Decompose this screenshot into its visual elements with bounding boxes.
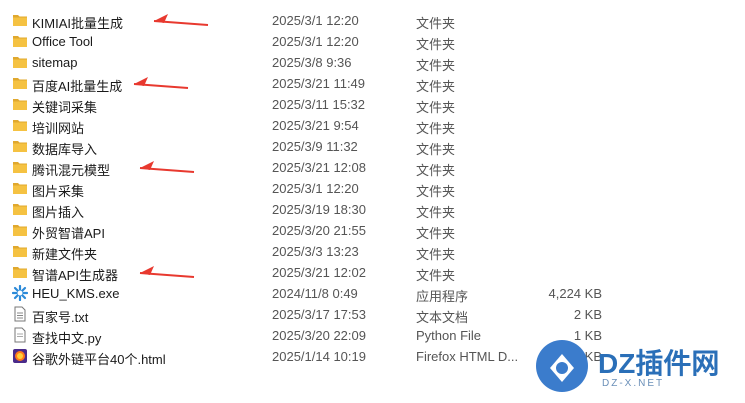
html-icon bbox=[12, 348, 28, 364]
file-date-modified: 2025/3/1 12:20 bbox=[272, 34, 359, 49]
red-arrow-annotation bbox=[132, 75, 192, 96]
file-name: 谷歌外链平台40个.html bbox=[32, 352, 166, 367]
file-date-modified: 2025/3/1 12:20 bbox=[272, 181, 359, 196]
file-date-modified: 2025/3/21 12:08 bbox=[272, 160, 366, 175]
file-name: 百家号.txt bbox=[32, 310, 89, 325]
red-arrow-annotation bbox=[152, 12, 212, 33]
folder-icon bbox=[12, 159, 28, 175]
watermark-text: DZ插件网 bbox=[598, 348, 720, 379]
watermark-subtext: DZ-X.NET bbox=[602, 378, 665, 389]
file-name: 图片采集 bbox=[32, 184, 85, 199]
file-date-modified: 2025/3/19 18:30 bbox=[272, 202, 366, 217]
file-type: 文件夹 bbox=[416, 37, 456, 52]
folder-icon bbox=[12, 54, 28, 70]
folder-row[interactable]: 关键词采集 2025/3/11 15:32 文件夹 bbox=[0, 94, 745, 115]
file-type: Firefox HTML D... bbox=[416, 349, 519, 364]
file-type: 文件夹 bbox=[416, 247, 456, 262]
file-type: 文件夹 bbox=[416, 79, 456, 94]
file-name: 数据库导入 bbox=[32, 142, 98, 157]
file-type: 文本文档 bbox=[416, 310, 469, 325]
folder-icon bbox=[12, 222, 28, 238]
file-date-modified: 2024/11/8 0:49 bbox=[272, 286, 358, 301]
folder-row[interactable]: 新建文件夹 2025/3/3 13:23 文件夹 bbox=[0, 241, 745, 262]
file-date-modified: 2025/3/21 12:02 bbox=[272, 265, 366, 280]
file-type: 文件夹 bbox=[416, 16, 456, 31]
red-arrow-annotation bbox=[138, 159, 198, 180]
file-size: 4,224 KB bbox=[548, 286, 603, 301]
file-type: 文件夹 bbox=[416, 268, 456, 283]
folder-icon bbox=[12, 75, 28, 91]
file-date-modified: 2025/3/20 22:09 bbox=[272, 328, 366, 343]
file-name: 新建文件夹 bbox=[32, 247, 98, 262]
file-type: 文件夹 bbox=[416, 184, 456, 199]
file-name: HEU_KMS.exe bbox=[32, 286, 120, 301]
file-row[interactable]: HEU_KMS.exe 2024/11/8 0:49 应用程序 4,224 KB bbox=[0, 283, 745, 304]
file-name: 外贸智谱API bbox=[32, 226, 105, 241]
watermark: DZ插件网 DZ-X.NET bbox=[532, 336, 742, 396]
file-name: 智谱API生成器 bbox=[32, 268, 118, 283]
file-type: 文件夹 bbox=[416, 121, 456, 136]
file-type: 应用程序 bbox=[416, 289, 469, 304]
file-name: 腾讯混元模型 bbox=[32, 163, 111, 178]
file-date-modified: 2025/3/21 9:54 bbox=[272, 118, 359, 133]
file-type: 文件夹 bbox=[416, 58, 456, 73]
file-type: 文件夹 bbox=[416, 100, 456, 115]
folder-icon bbox=[12, 201, 28, 217]
folder-icon bbox=[12, 180, 28, 196]
file-name: 百度AI批量生成 bbox=[32, 79, 123, 94]
file-type: 文件夹 bbox=[416, 205, 456, 220]
file-name: sitemap bbox=[32, 55, 78, 70]
folder-icon bbox=[12, 96, 28, 112]
file-row[interactable]: 百家号.txt 2025/3/17 17:53 文本文档 2 KB bbox=[0, 304, 745, 325]
file-date-modified: 2025/3/11 15:32 bbox=[272, 97, 366, 112]
folder-row[interactable]: Office Tool 2025/3/1 12:20 文件夹 bbox=[0, 31, 745, 52]
file-type: 文件夹 bbox=[416, 163, 456, 178]
file-date-modified: 2025/3/9 11:32 bbox=[272, 139, 358, 154]
folder-icon bbox=[12, 138, 28, 154]
file-name: 培训网站 bbox=[32, 121, 85, 136]
watermark-logo-icon bbox=[536, 340, 588, 392]
file-name: 查找中文.py bbox=[32, 331, 102, 346]
folder-icon bbox=[12, 12, 28, 28]
file-date-modified: 2025/1/14 10:19 bbox=[272, 349, 366, 364]
folder-row[interactable]: KIMIAI批量生成 2025/3/1 12:20 文件夹 bbox=[0, 10, 745, 31]
folder-row[interactable]: 外贸智谱API 2025/3/20 21:55 文件夹 bbox=[0, 220, 745, 241]
red-arrow-annotation bbox=[138, 264, 198, 285]
file-date-modified: 2025/3/8 9:36 bbox=[272, 55, 352, 70]
folder-row[interactable]: 图片采集 2025/3/1 12:20 文件夹 bbox=[0, 178, 745, 199]
file-type: Python File bbox=[416, 328, 482, 343]
folder-row[interactable]: 培训网站 2025/3/21 9:54 文件夹 bbox=[0, 115, 745, 136]
file-date-modified: 2025/3/20 21:55 bbox=[272, 223, 366, 238]
file-name: 关键词采集 bbox=[32, 100, 98, 115]
folder-row[interactable]: 智谱API生成器 2025/3/21 12:02 文件夹 bbox=[0, 262, 745, 283]
folder-icon bbox=[12, 264, 28, 280]
folder-row[interactable]: 百度AI批量生成 2025/3/21 11:49 文件夹 bbox=[0, 73, 745, 94]
file-size: 2 KB bbox=[573, 307, 602, 322]
file-name: KIMIAI批量生成 bbox=[32, 16, 124, 31]
exe-icon bbox=[11, 284, 29, 302]
folder-row[interactable]: sitemap 2025/3/8 9:36 文件夹 bbox=[0, 52, 745, 73]
file-name: 图片插入 bbox=[32, 205, 85, 220]
folder-row[interactable]: 腾讯混元模型 2025/3/21 12:08 文件夹 bbox=[0, 157, 745, 178]
file-date-modified: 2025/3/3 13:23 bbox=[272, 244, 359, 259]
file-name: Office Tool bbox=[32, 34, 93, 49]
folder-icon bbox=[12, 33, 28, 49]
file-date-modified: 2025/3/21 11:49 bbox=[272, 76, 366, 91]
py-icon bbox=[12, 327, 28, 343]
folder-row[interactable]: 图片插入 2025/3/19 18:30 文件夹 bbox=[0, 199, 745, 220]
txt-icon bbox=[12, 306, 28, 322]
file-date-modified: 2025/3/1 12:20 bbox=[272, 13, 359, 28]
file-type: 文件夹 bbox=[416, 226, 456, 241]
folder-icon bbox=[12, 243, 28, 259]
folder-icon bbox=[12, 117, 28, 133]
file-date-modified: 2025/3/17 17:53 bbox=[272, 307, 366, 322]
file-type: 文件夹 bbox=[416, 142, 456, 157]
folder-row[interactable]: 数据库导入 2025/3/9 11:32 文件夹 bbox=[0, 136, 745, 157]
